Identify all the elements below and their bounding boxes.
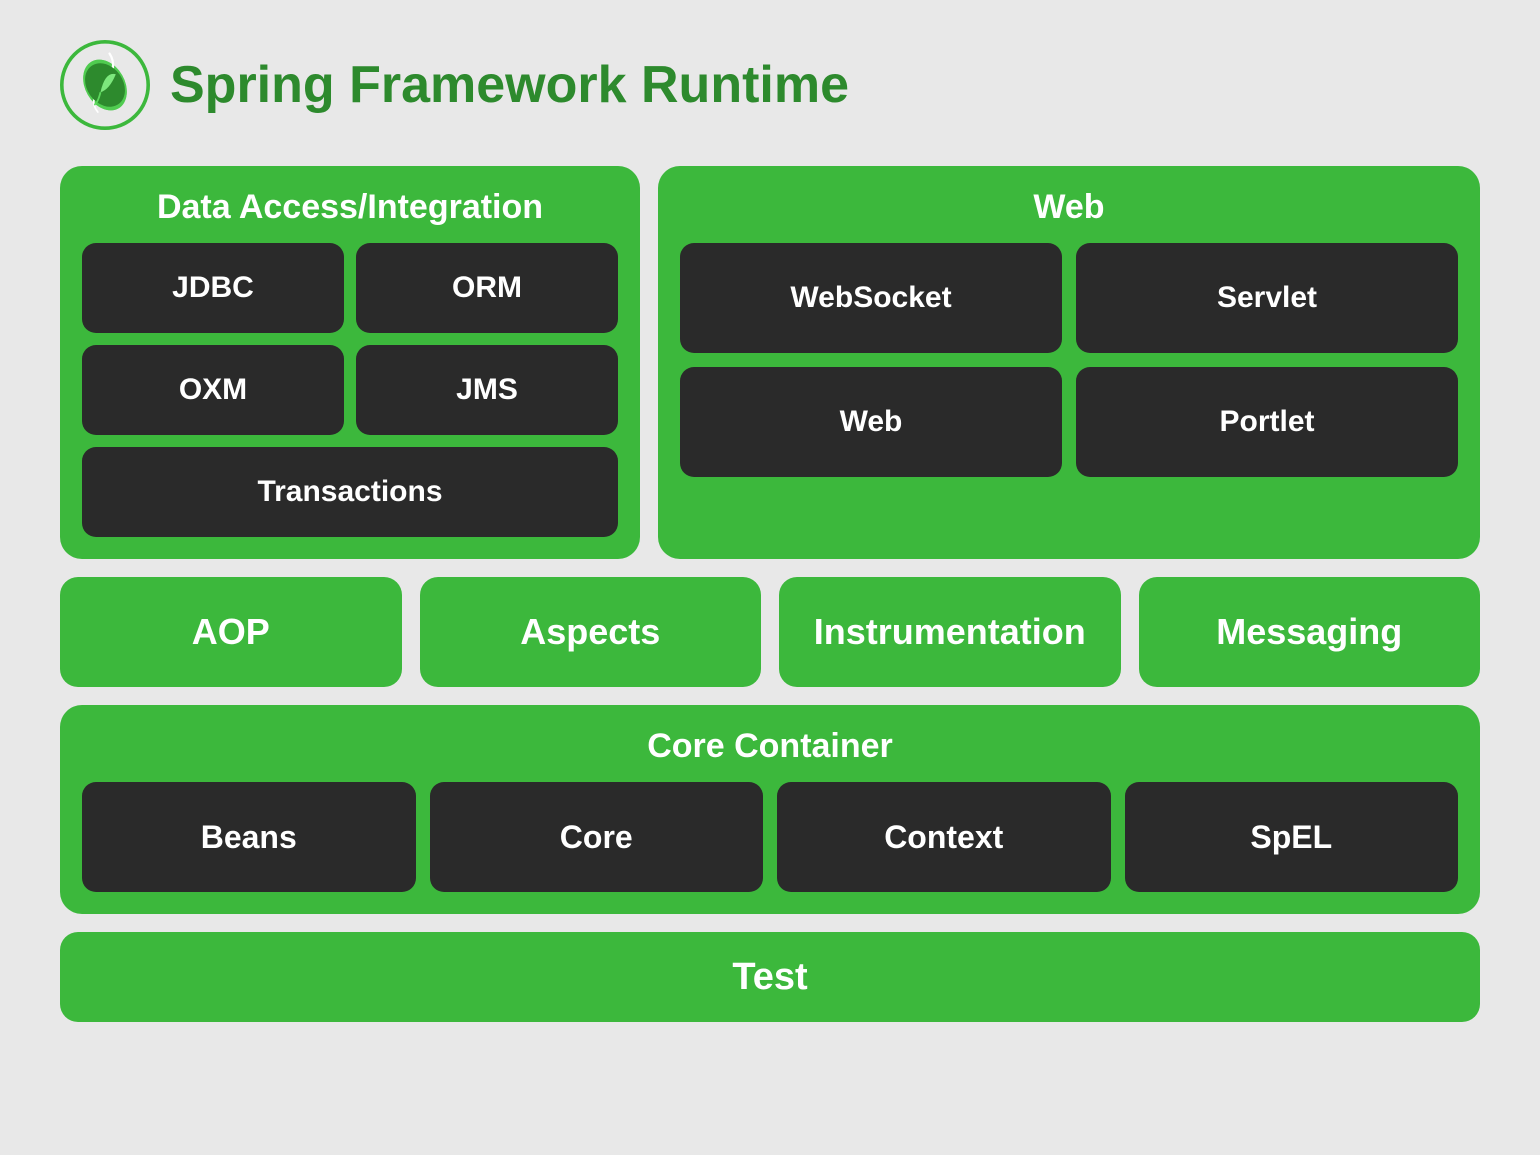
portlet-box: Portlet (1076, 367, 1458, 477)
core-container-section: Core Container Beans Core Context SpEL (60, 705, 1480, 914)
servlet-box: Servlet (1076, 243, 1458, 353)
core-grid: Beans Core Context SpEL (82, 782, 1458, 892)
jdbc-box: JDBC (82, 243, 344, 333)
row-top: Data Access/Integration JDBC ORM OXM JMS… (60, 166, 1480, 559)
diagram: Data Access/Integration JDBC ORM OXM JMS… (60, 166, 1480, 1022)
row-middle: AOP Aspects Instrumentation Messaging (60, 577, 1480, 687)
header: Spring Framework Runtime (60, 40, 1480, 130)
core-container-title: Core Container (82, 727, 1458, 766)
web-grid: WebSocket Servlet Web Portlet (680, 243, 1458, 477)
page-title: Spring Framework Runtime (170, 55, 849, 115)
aop-box: AOP (60, 577, 402, 687)
data-access-title: Data Access/Integration (82, 188, 618, 227)
messaging-box: Messaging (1139, 577, 1481, 687)
instrumentation-box: Instrumentation (779, 577, 1121, 687)
page: Spring Framework Runtime Data Access/Int… (0, 0, 1540, 1155)
data-access-section: Data Access/Integration JDBC ORM OXM JMS… (60, 166, 640, 559)
data-access-grid: JDBC ORM OXM JMS Transactions (82, 243, 618, 537)
web-section: Web WebSocket Servlet Web Portlet (658, 166, 1480, 559)
beans-box: Beans (82, 782, 416, 892)
core-box: Core (430, 782, 764, 892)
aspects-box: Aspects (420, 577, 762, 687)
jms-box: JMS (356, 345, 618, 435)
web-box: Web (680, 367, 1062, 477)
web-title: Web (680, 188, 1458, 227)
spel-box: SpEL (1125, 782, 1459, 892)
context-box: Context (777, 782, 1111, 892)
spring-logo-icon (60, 40, 150, 130)
orm-box: ORM (356, 243, 618, 333)
oxm-box: OXM (82, 345, 344, 435)
test-bar: Test (60, 932, 1480, 1022)
websocket-box: WebSocket (680, 243, 1062, 353)
transactions-box: Transactions (82, 447, 618, 537)
